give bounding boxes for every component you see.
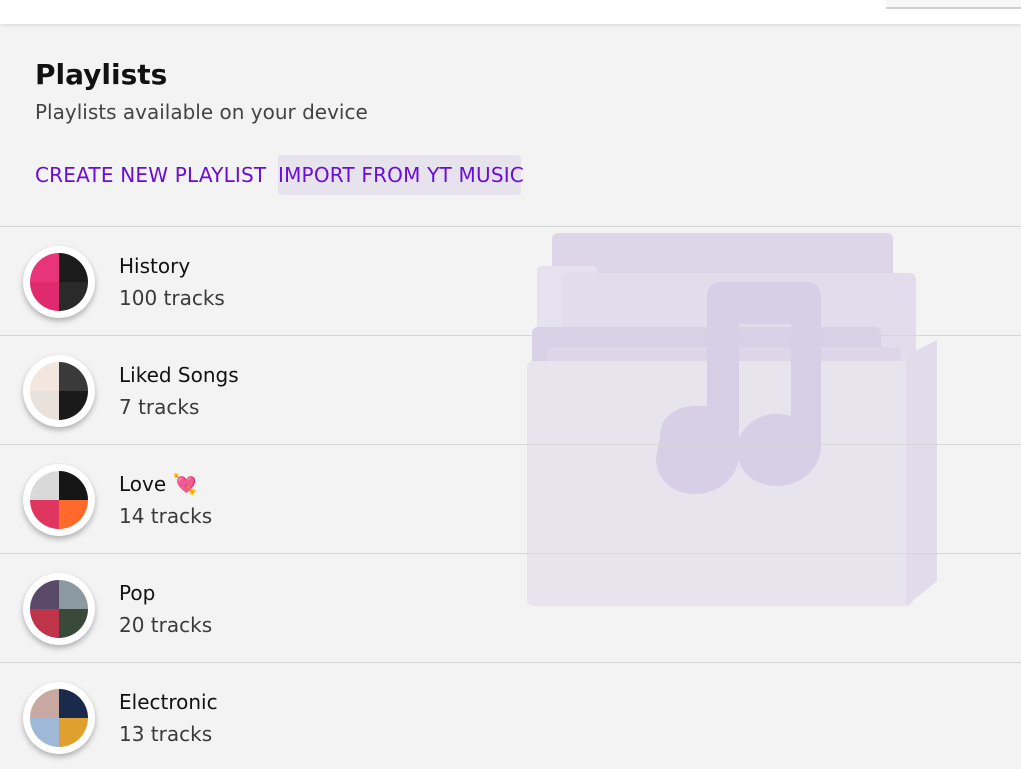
playlist-row-electronic[interactable]: Electronic 13 tracks xyxy=(0,662,1021,768)
playlist-list: History 100 tracks Liked Songs 7 tracks … xyxy=(0,226,1021,768)
thumb-cover xyxy=(30,282,59,311)
thumb-cover xyxy=(59,471,88,500)
thumb-cover xyxy=(59,362,88,391)
playlist-title: Pop xyxy=(119,581,156,605)
playlist-row-love[interactable]: Love 💘 14 tracks xyxy=(0,444,1021,553)
playlist-track-count: 100 tracks xyxy=(119,286,225,310)
playlist-thumbnail xyxy=(23,246,95,318)
thumb-cover xyxy=(59,391,88,420)
playlist-title: History xyxy=(119,254,191,278)
thumb-cover xyxy=(59,500,88,529)
thumb-cover xyxy=(30,689,59,718)
playlist-row-history[interactable]: History 100 tracks xyxy=(0,226,1021,335)
thumb-cover xyxy=(30,500,59,529)
thumb-cover xyxy=(30,253,59,282)
search-box[interactable] xyxy=(886,0,1021,9)
playlist-title: Electronic xyxy=(119,690,218,714)
playlist-thumbnail xyxy=(23,682,95,754)
top-bar xyxy=(0,0,1021,24)
playlist-title: Love 💘 xyxy=(119,472,198,496)
thumb-cover xyxy=(59,282,88,311)
thumb-cover xyxy=(30,362,59,391)
playlist-row-liked-songs[interactable]: Liked Songs 7 tracks xyxy=(0,335,1021,444)
playlist-row-pop[interactable]: Pop 20 tracks xyxy=(0,553,1021,662)
playlist-track-count: 14 tracks xyxy=(119,504,213,528)
playlist-thumbnail xyxy=(23,573,95,645)
thumb-cover xyxy=(30,609,59,638)
thumb-cover xyxy=(59,718,88,747)
create-new-playlist-button[interactable]: CREATE NEW PLAYLIST xyxy=(35,155,266,195)
playlist-track-count: 20 tracks xyxy=(119,613,213,637)
playlist-track-count: 13 tracks xyxy=(119,722,213,746)
page-title: Playlists xyxy=(35,58,168,91)
thumb-cover xyxy=(59,609,88,638)
playlist-thumbnail xyxy=(23,355,95,427)
thumb-cover xyxy=(30,391,59,420)
import-from-yt-music-button[interactable]: IMPORT FROM YT MUSIC xyxy=(278,155,524,195)
thumb-cover xyxy=(30,718,59,747)
page-subtitle: Playlists available on your device xyxy=(35,100,368,124)
playlist-title: Liked Songs xyxy=(119,363,239,387)
thumb-cover xyxy=(30,471,59,500)
thumb-cover xyxy=(59,253,88,282)
playlist-track-count: 7 tracks xyxy=(119,395,200,419)
thumb-cover xyxy=(59,689,88,718)
thumb-cover xyxy=(59,580,88,609)
playlist-thumbnail xyxy=(23,464,95,536)
thumb-cover xyxy=(30,580,59,609)
